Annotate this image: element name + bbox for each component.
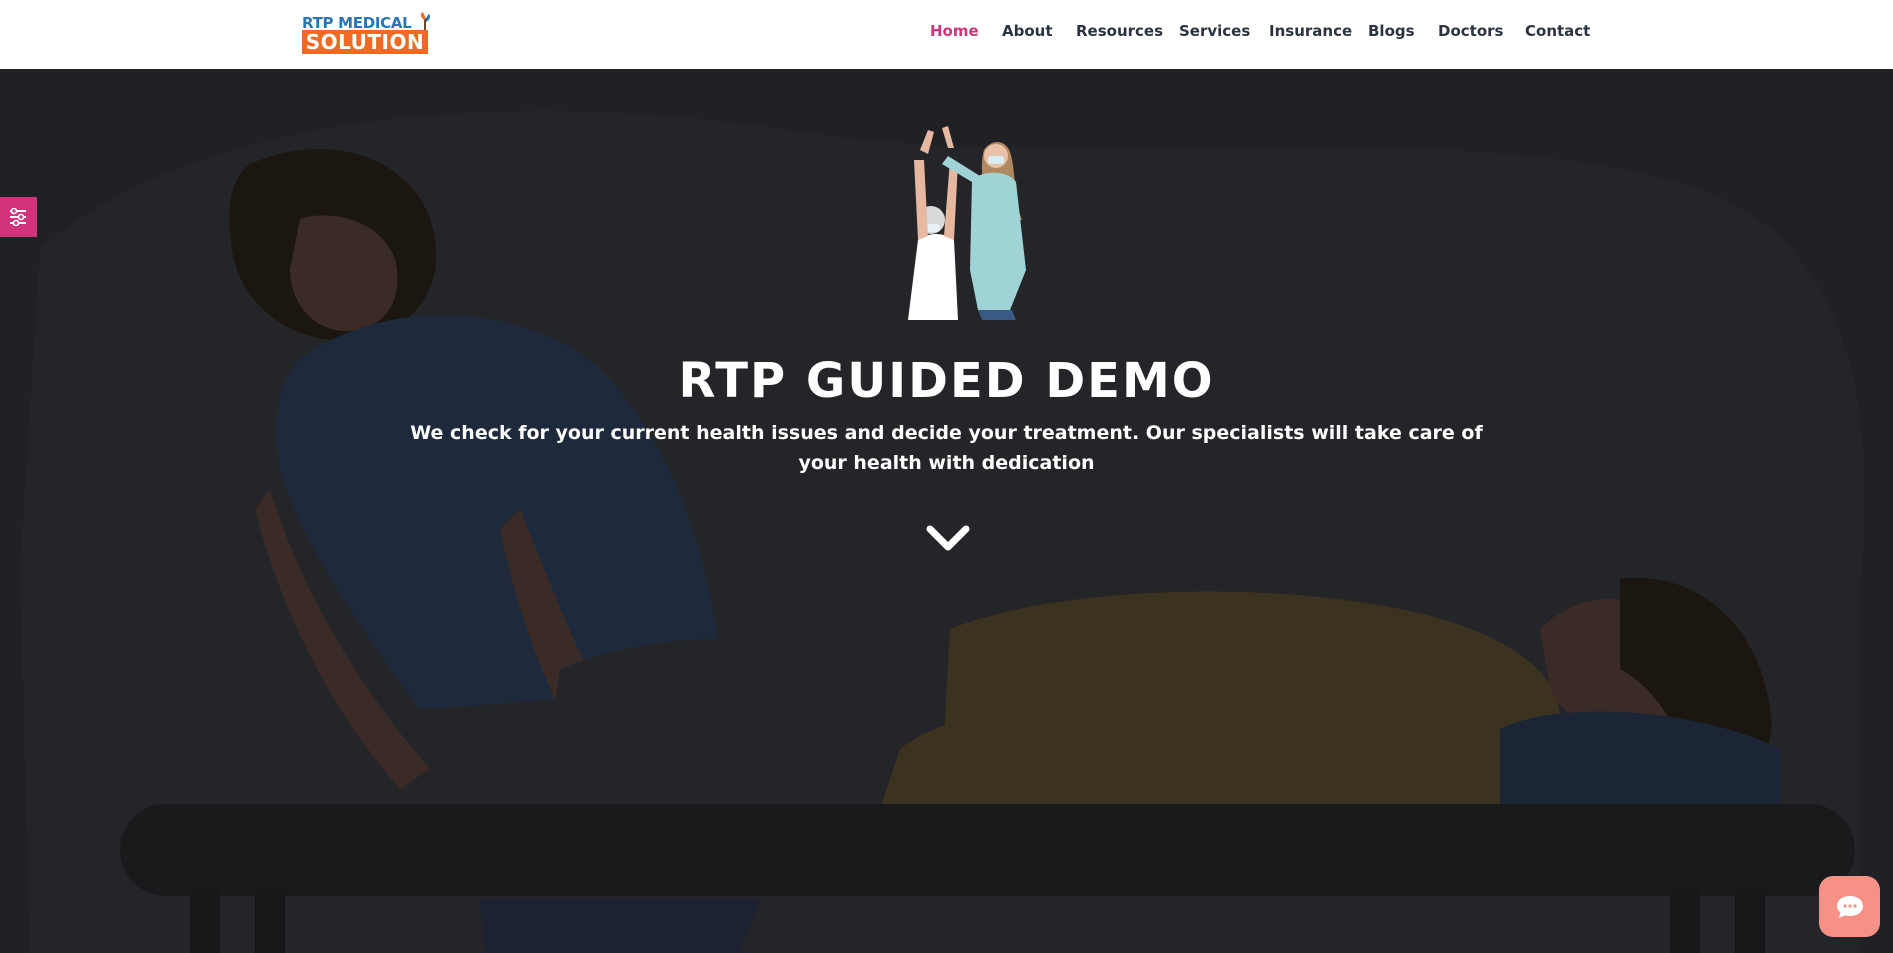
sliders-icon [10,208,26,226]
chat-bubble-icon [1837,896,1863,918]
main-nav: Home About Resources Services Insurance … [0,22,1893,46]
hero-subtitle: We check for your current health issues … [410,422,1483,474]
nav-about[interactable]: About [1002,22,1053,40]
nav-blogs[interactable]: Blogs [1368,22,1415,40]
settings-side-tab[interactable] [0,197,37,237]
chat-button[interactable] [1819,876,1880,937]
nav-doctors[interactable]: Doctors [1438,22,1503,40]
hero-title: RTP GUIDED DEMO [678,353,1215,409]
nav-insurance[interactable]: Insurance [1269,22,1352,40]
chevron-down-icon[interactable] [926,521,970,555]
nav-contact[interactable]: Contact [1525,22,1590,40]
nav-home[interactable]: Home [930,22,979,40]
nav-resources[interactable]: Resources [1076,22,1163,40]
top-navbar: RTP MEDICAL SOLUTION Home About Resource… [0,0,1893,69]
physiotherapy-image [908,126,1026,320]
hero-section: RTP GUIDED DEMO We check for your curren… [0,69,1893,953]
nav-services[interactable]: Services [1179,22,1250,40]
